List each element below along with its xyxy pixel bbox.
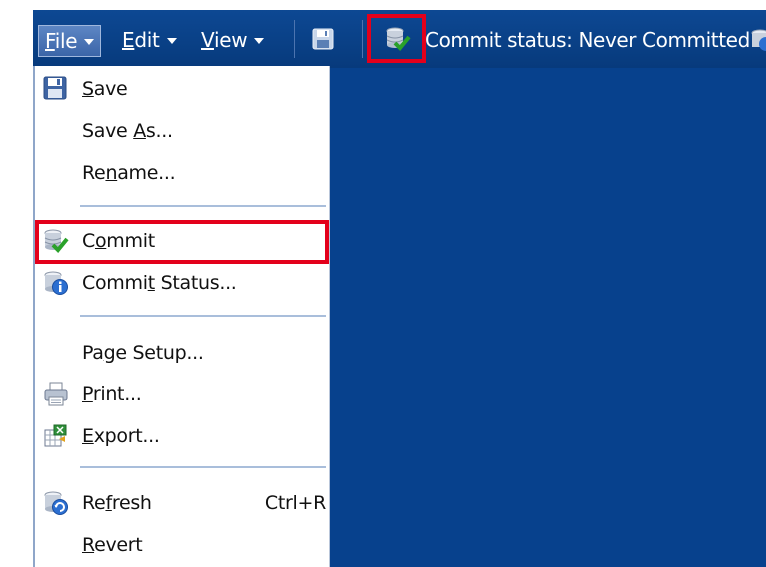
menu-item-print[interactable]: Print... <box>37 375 330 413</box>
menu-item-commit-status[interactable]: Commit Status... <box>37 264 330 302</box>
menu-item-page-setup-label: Page Setup... <box>82 342 204 364</box>
menu-item-page-setup[interactable]: Page Setup... <box>37 334 330 372</box>
highlight-commit-menu-item <box>35 220 329 264</box>
menu-file[interactable]: File <box>38 25 102 57</box>
commit-status-info-icon[interactable] <box>750 28 766 52</box>
menu-separator <box>80 466 326 468</box>
menu-left-strip <box>8 0 33 567</box>
menu-view-label: View <box>201 28 248 52</box>
menu-item-refresh-label: Refresh <box>82 492 152 514</box>
menu-edit-mnemonic: E <box>122 28 135 52</box>
toolbar-save-button[interactable] <box>312 28 334 50</box>
floppy-disk-icon <box>312 28 334 50</box>
menu-item-export[interactable]: Export... <box>37 417 330 455</box>
export-spreadsheet-icon <box>43 423 67 447</box>
menu-file-label-rest: ile <box>54 29 78 53</box>
database-info-icon <box>43 270 68 295</box>
application-window: File Edit View Commit status: Never Comm… <box>0 0 766 567</box>
window-left-edge <box>0 0 8 567</box>
database-info-icon <box>751 29 766 51</box>
menu-edit-label-rest: dit <box>134 28 160 52</box>
menu-item-refresh[interactable]: Refresh Ctrl+R <box>37 484 330 522</box>
menu-separator <box>80 315 326 317</box>
menu-item-rename[interactable]: Rename... <box>37 154 330 192</box>
chevron-down-icon <box>254 38 265 44</box>
menu-item-revert-label: Revert <box>82 534 143 556</box>
menu-item-export-label: Export... <box>82 425 160 447</box>
menu-item-save-as[interactable]: Save As... <box>37 112 330 150</box>
menu-view[interactable]: View <box>201 28 265 52</box>
menu-edit-label: Edit <box>122 28 160 52</box>
printer-icon <box>43 381 68 406</box>
database-refresh-icon <box>43 490 68 515</box>
highlight-commit-toolbar <box>367 14 426 63</box>
menu-item-rename-label: Rename... <box>82 162 176 184</box>
menu-separator <box>80 205 326 207</box>
menu-item-refresh-shortcut: Ctrl+R <box>264 492 326 514</box>
chevron-down-icon <box>166 38 177 44</box>
menu-item-revert[interactable]: Revert <box>37 526 330 564</box>
toolbar-separator <box>294 20 295 58</box>
menu-file-label: File <box>45 29 78 53</box>
commit-status-label: Commit status: Never Committed <box>425 28 750 52</box>
menu-item-save-as-label: Save As... <box>82 120 173 142</box>
workspace-area <box>330 68 766 567</box>
menu-item-save-label: Save <box>82 78 128 100</box>
floppy-disk-icon <box>43 76 67 100</box>
toolbar-separator <box>362 20 363 58</box>
chevron-down-icon <box>84 39 95 45</box>
menu-edit[interactable]: Edit <box>122 28 177 52</box>
menu-file-mnemonic: F <box>45 29 55 53</box>
file-menu-dropdown: Save Save As... Rename... Commit Commit … <box>33 66 330 567</box>
menu-item-save[interactable]: Save <box>37 70 330 108</box>
menu-item-print-label: Print... <box>82 383 142 405</box>
menu-view-label-rest: iew <box>213 28 248 52</box>
menu-item-commit-status-label: Commit Status... <box>82 272 237 294</box>
menu-view-mnemonic: V <box>201 28 214 52</box>
